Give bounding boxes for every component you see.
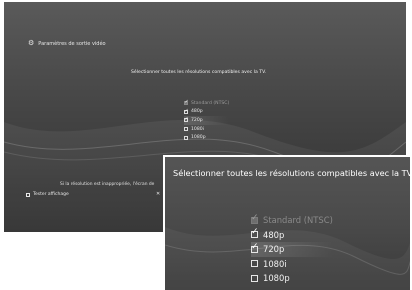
zoom-inset: Sélectionner toutes les résolutions comp… xyxy=(163,155,410,290)
test-display-button[interactable]: Tester affichage xyxy=(26,192,69,197)
checkbox-icon[interactable] xyxy=(251,260,258,268)
screen-option-1080p[interactable]: 1080p xyxy=(184,133,229,142)
checkbox-icon[interactable] xyxy=(184,127,188,132)
screen-option-standard-ntsc: Standard (NTSC) xyxy=(184,99,229,108)
screen-header: ⚙ Paramètres de sortie vidéo xyxy=(28,40,106,47)
option-label: 1080i xyxy=(263,258,287,269)
option-label: Standard (NTSC) xyxy=(263,215,333,226)
option-label: 720p xyxy=(191,117,203,123)
checkbox-icon[interactable] xyxy=(184,108,189,114)
screen-note: Si la résolution est inappropriée, l'écr… xyxy=(60,182,155,187)
option-label: 720p xyxy=(263,244,285,255)
screen-option-720p[interactable]: 720p xyxy=(184,116,230,125)
checkbox-icon[interactable] xyxy=(184,135,188,140)
option-label: 1080p xyxy=(191,135,206,141)
cross-button-icon[interactable]: ✕ xyxy=(156,191,160,197)
inset-resolution-list: Standard (NTSC) 480p 720p 1080i 1080p xyxy=(251,213,333,286)
screen-option-480p[interactable]: 480p xyxy=(184,108,229,117)
screen-option-1080i[interactable]: 1080i xyxy=(184,125,229,134)
option-label: 1080i xyxy=(191,126,204,132)
inset-option-480p[interactable]: 480p xyxy=(251,227,333,243)
screen-resolution-list: Standard (NTSC) 480p 720p 1080i 1080p xyxy=(184,99,230,142)
screen-instruction: Sélectionner toutes les résolutions comp… xyxy=(131,70,267,75)
checkbox-icon[interactable] xyxy=(251,274,258,282)
square-button-icon xyxy=(26,192,30,197)
option-label: 1080p xyxy=(263,273,290,284)
inset-option-standard-ntsc: Standard (NTSC) xyxy=(251,213,333,228)
checkbox-icon[interactable] xyxy=(251,227,259,239)
inset-option-1080p[interactable]: 1080p xyxy=(251,271,333,286)
inset-option-720p[interactable]: 720p xyxy=(251,242,333,257)
display-settings-icon: ⚙ xyxy=(28,39,35,47)
option-label: 480p xyxy=(263,229,285,240)
option-label: 480p xyxy=(191,109,203,115)
checkbox-icon xyxy=(184,99,189,106)
screen-header-title: Paramètres de sortie vidéo xyxy=(38,40,106,47)
inset-instruction: Sélectionner toutes les résolutions comp… xyxy=(173,168,410,178)
checkbox-icon[interactable] xyxy=(251,242,259,253)
checkbox-icon xyxy=(251,213,259,224)
checkbox-icon[interactable] xyxy=(184,116,189,123)
test-display-label: Tester affichage xyxy=(33,192,69,197)
inset-option-1080i[interactable]: 1080i xyxy=(251,257,333,272)
option-label: Standard (NTSC) xyxy=(191,100,230,106)
